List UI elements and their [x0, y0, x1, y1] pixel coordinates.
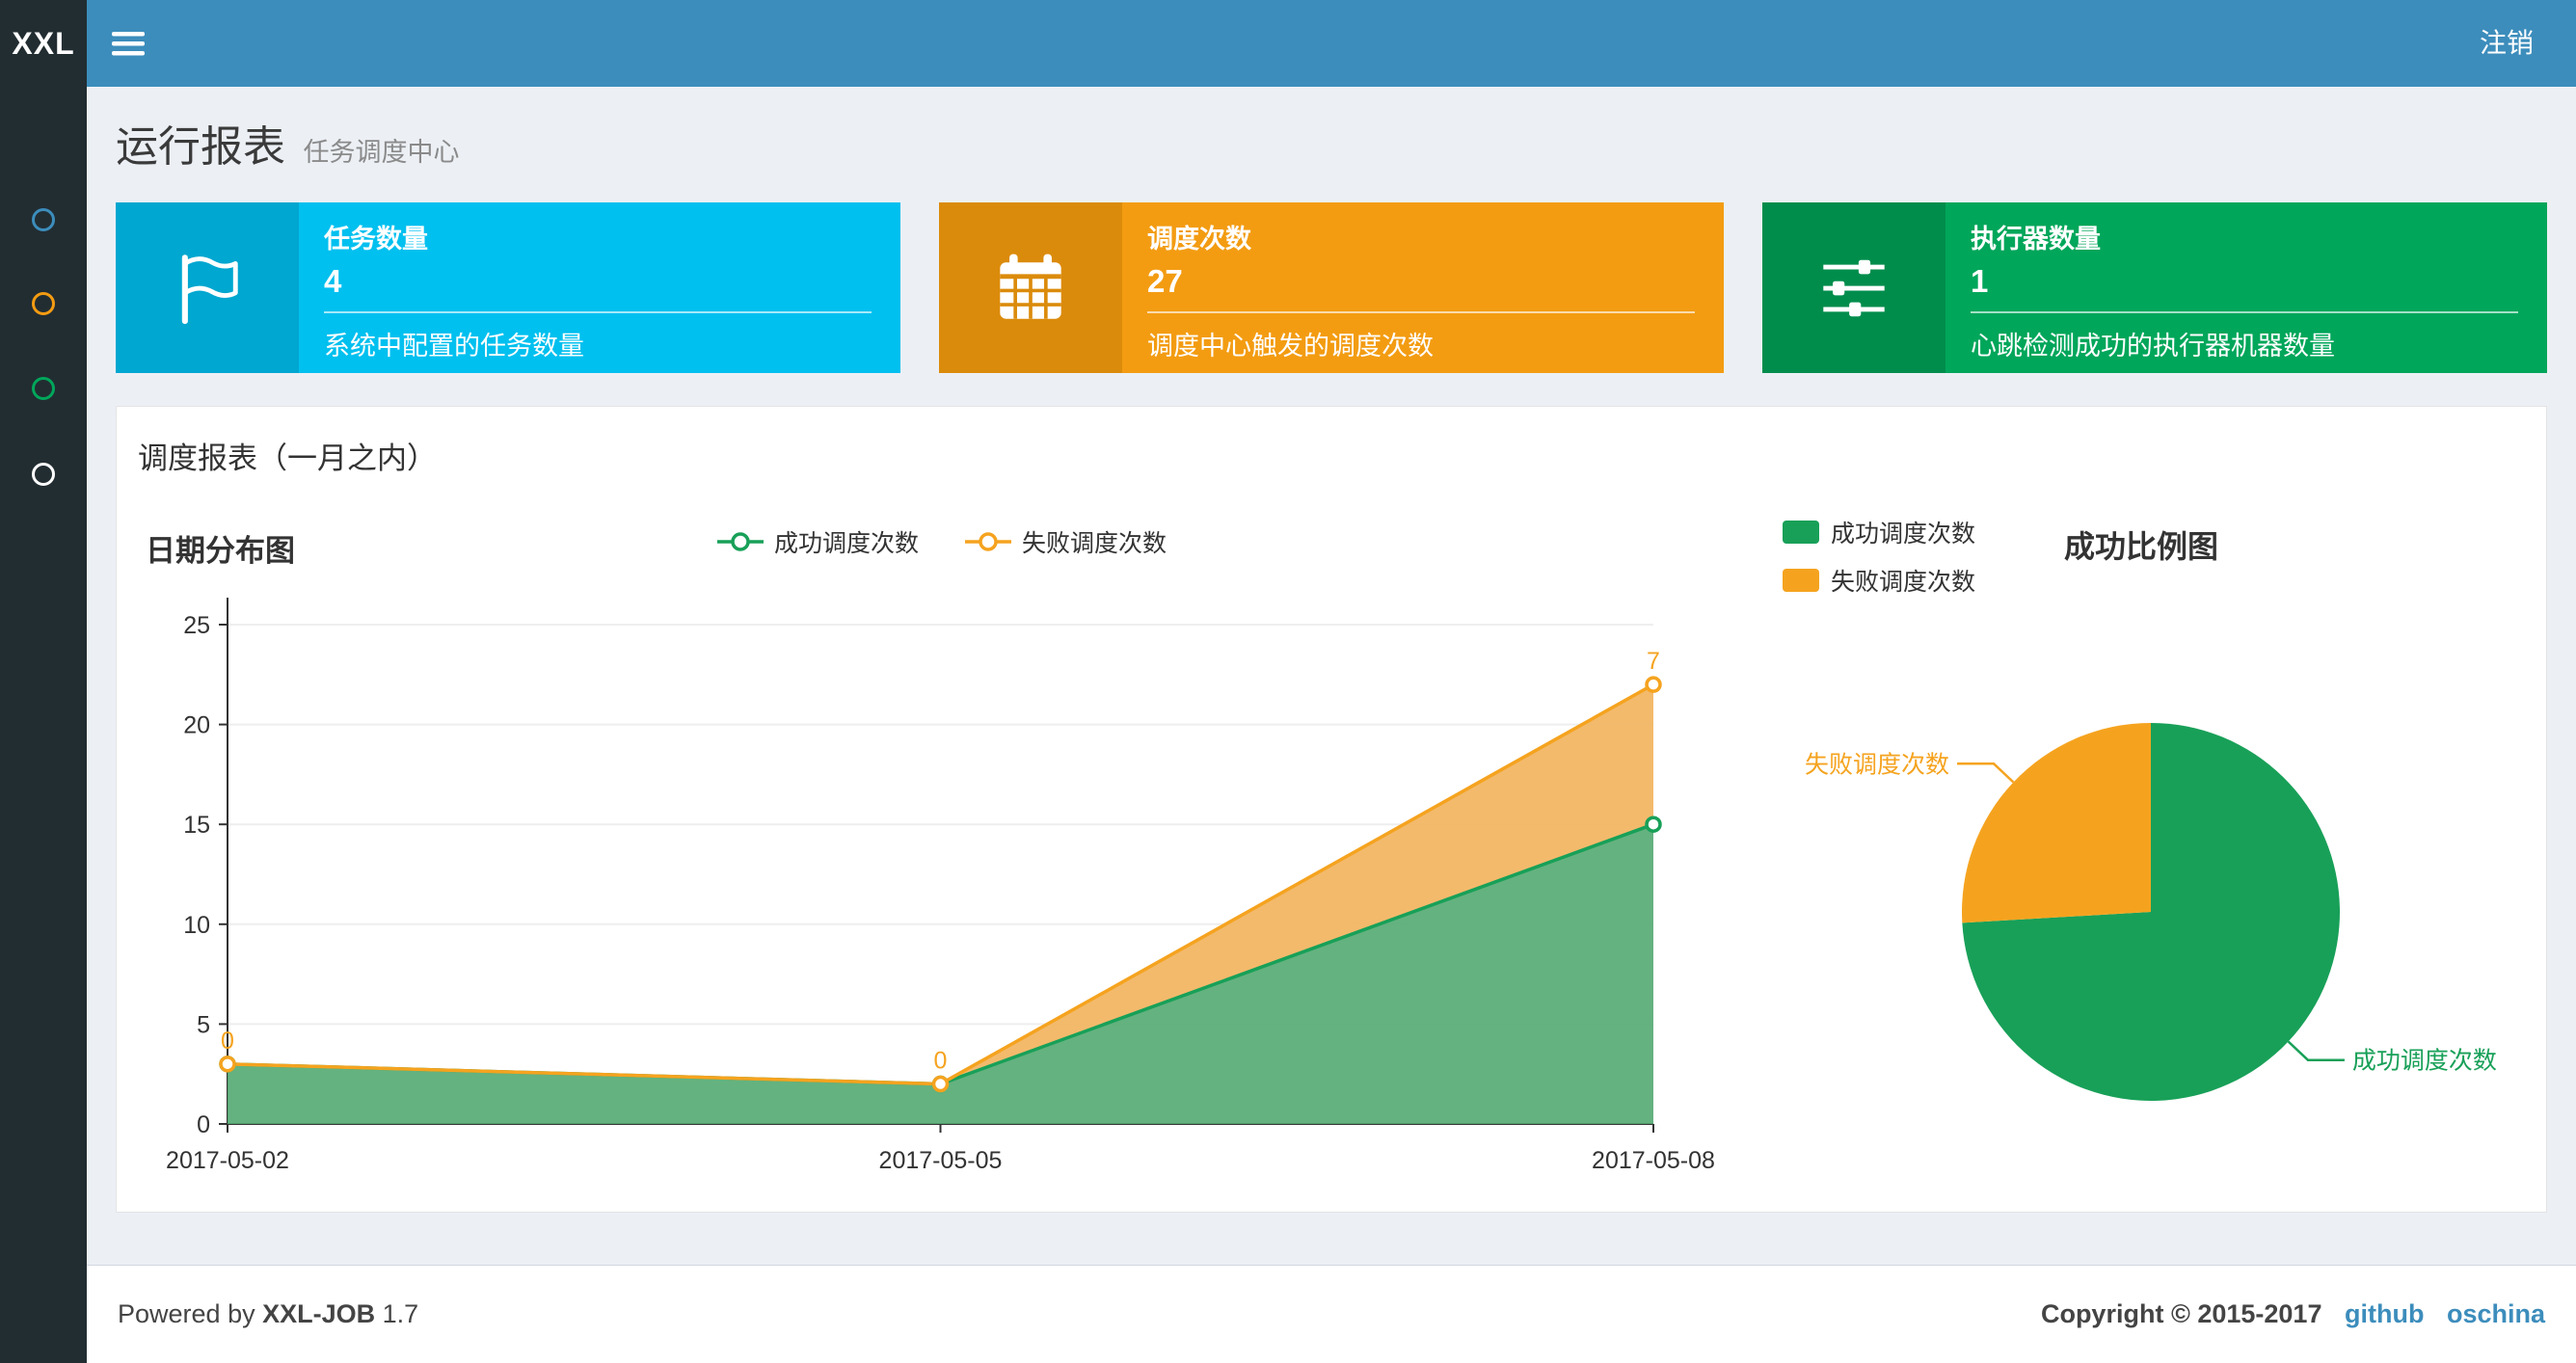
- page-header: 运行报表 任务调度中心: [87, 87, 2576, 174]
- line-chart-canvas[interactable]: 05101520252017-05-02 2017-05-05 2017-05-08…: [136, 573, 1756, 1209]
- stat-title: 任务数量: [324, 225, 428, 254]
- svg-text:25: 25: [183, 612, 210, 639]
- stat-boxes-row: 任务数量 4 系统中配置的任务数量 调度次数 27 调度中心触发的调度次数 执行…: [87, 174, 2576, 373]
- stat-box-body: 调度次数 27 调度中心触发的调度次数: [1122, 202, 1724, 373]
- hamburger-icon: [112, 32, 145, 56]
- top-navbar: XXL 注销: [0, 0, 2576, 87]
- powered-by-text: Powered by: [118, 1299, 255, 1328]
- flag-icon: [116, 202, 299, 373]
- pie-chart-canvas[interactable]: 成功调度次数 失败调度次数: [1775, 590, 2546, 1188]
- legend-swatch: [1783, 521, 1819, 544]
- footer-powered-by: Powered by XXL-JOB 1.7: [118, 1299, 418, 1329]
- sidebar: [0, 87, 87, 1363]
- line-legend-item[interactable]: 失败调度次数: [963, 524, 1167, 559]
- sidebar-item-3[interactable]: [32, 377, 55, 400]
- stat-value: 4: [324, 263, 342, 299]
- stat-box-body: 任务数量 4 系统中配置的任务数量: [299, 202, 900, 373]
- svg-text:15: 15: [183, 812, 210, 839]
- pie-legend-item[interactable]: 成功调度次数: [1783, 515, 1975, 549]
- stat-value: 1: [1971, 263, 1989, 299]
- svg-text:5: 5: [197, 1011, 210, 1038]
- logout-link[interactable]: 注销: [2437, 0, 2576, 87]
- svg-text:0: 0: [197, 1111, 210, 1138]
- svg-text:失败调度次数: 失败调度次数: [1805, 751, 1949, 778]
- svg-text:成功调度次数: 成功调度次数: [2352, 1048, 2497, 1075]
- page-subtitle: 任务调度中心: [303, 138, 460, 167]
- report-panel: 调度报表（一月之内） 日期分布图 成功调度次数 失败调度次数 0 5 10 15 20 25…: [116, 406, 2547, 1213]
- panel-title: 调度报表（一月之内）: [138, 441, 437, 475]
- legend-swatch: [1783, 569, 1819, 592]
- stat-title: 执行器数量: [1971, 225, 2101, 254]
- line-legend-item[interactable]: 成功调度次数: [715, 524, 919, 559]
- stat-box-triggers: 调度次数 27 调度中心触发的调度次数: [939, 202, 1724, 373]
- stat-value: 27: [1147, 263, 1183, 299]
- app-logo[interactable]: XXL: [0, 0, 87, 87]
- sliders-icon: [1762, 202, 1945, 373]
- stat-box-body: 执行器数量 1 心跳检测成功的执行器机器数量: [1945, 202, 2547, 373]
- stat-box-executors: 执行器数量 1 心跳检测成功的执行器机器数量: [1762, 202, 2547, 373]
- svg-text:2017-05-02: 2017-05-02: [166, 1147, 289, 1174]
- line-chart-title: 日期分布图: [146, 534, 295, 568]
- pie-chart-title: 成功比例图: [2064, 529, 2219, 564]
- legend-line-icon: [716, 532, 764, 551]
- legend-line-icon: [965, 532, 1011, 551]
- calendar-icon: [939, 202, 1122, 373]
- sidebar-item-2[interactable]: [32, 292, 55, 315]
- page-title: 运行报表: [116, 123, 285, 171]
- success-ratio-chart: 成功调度次数 失败调度次数 成功比例图 成功调度次数 失败调度次数: [1775, 513, 2546, 1202]
- svg-text:2017-05-08: 2017-05-08: [1592, 1147, 1715, 1174]
- svg-text:0: 0: [934, 1048, 948, 1075]
- sidebar-toggle-button[interactable]: [87, 0, 170, 87]
- date-distribution-chart: 日期分布图 成功调度次数 失败调度次数 0 5 10 15 20 25 2017-05-02 2…: [136, 513, 1775, 1202]
- content-area: 运行报表 任务调度中心 任务数量 4 系统中配置的任务数量 调度次数 27 调度…: [87, 87, 2576, 1265]
- oschina-link[interactable]: oschina: [2447, 1299, 2545, 1328]
- stat-description: 调度中心触发的调度次数: [1147, 332, 1434, 361]
- stat-description: 系统中配置的任务数量: [324, 332, 584, 361]
- svg-text:0: 0: [221, 1028, 234, 1055]
- svg-text:10: 10: [183, 912, 210, 939]
- stat-description: 心跳检测成功的执行器机器数量: [1971, 332, 2335, 361]
- page-footer: Powered by XXL-JOB 1.7 Copyright © 2015-…: [87, 1265, 2576, 1363]
- stat-divider: [324, 311, 872, 313]
- footer-copyright: Copyright © 2015-2017 github oschina: [2041, 1299, 2545, 1329]
- github-link[interactable]: github: [2345, 1299, 2424, 1328]
- svg-text:7: 7: [1647, 648, 1660, 675]
- stat-title: 调度次数: [1147, 225, 1251, 254]
- sidebar-item-4[interactable]: [32, 463, 55, 486]
- svg-text:20: 20: [183, 712, 210, 739]
- line-chart-legend: 成功调度次数 失败调度次数: [715, 524, 1167, 559]
- stat-box-jobs: 任务数量 4 系统中配置的任务数量: [116, 202, 900, 373]
- stat-divider: [1147, 311, 1695, 313]
- copyright-text: Copyright © 2015-2017: [2040, 1299, 2322, 1328]
- stat-divider: [1971, 311, 2518, 313]
- product-version: 1.7: [382, 1299, 419, 1328]
- sidebar-item-1[interactable]: [32, 208, 55, 231]
- product-name: XXL-JOB: [262, 1299, 376, 1328]
- svg-text:2017-05-05: 2017-05-05: [879, 1147, 1003, 1174]
